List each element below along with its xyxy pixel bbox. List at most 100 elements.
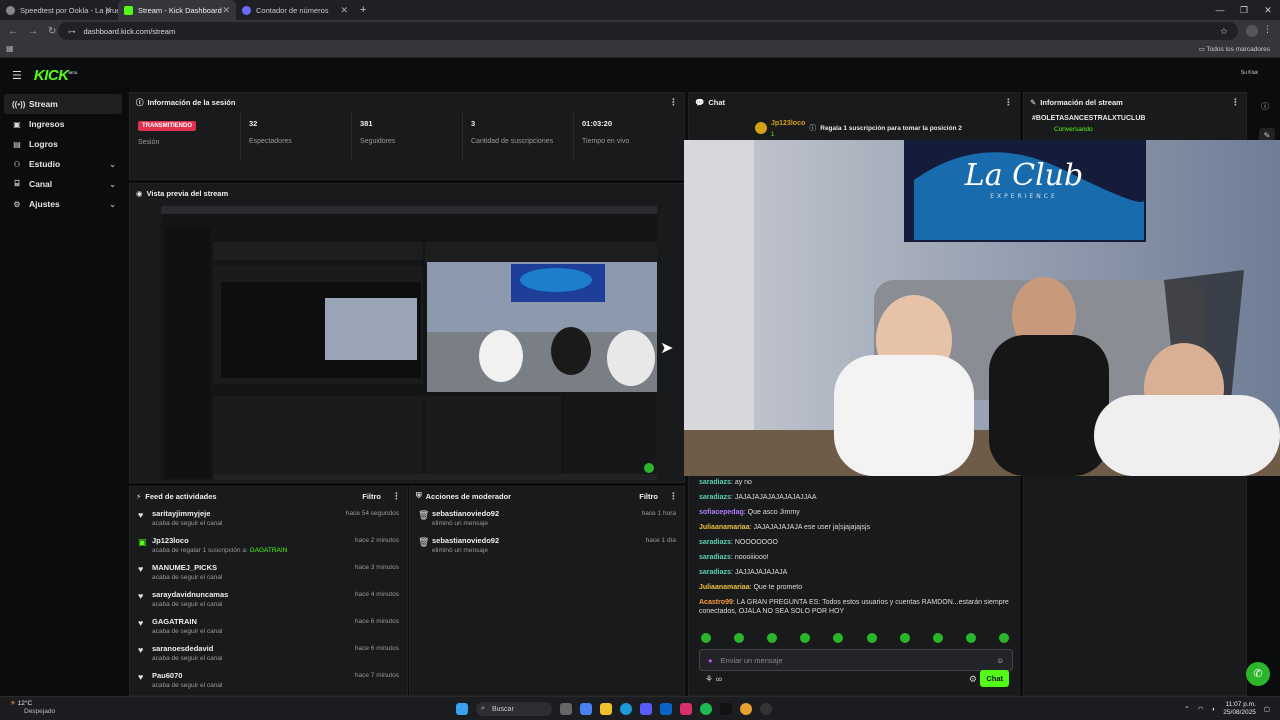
url-field[interactable]: ⊶ dashboard.kick.com/stream ☆: [58, 22, 1238, 40]
chat-settings-icon[interactable]: ⚙: [969, 674, 977, 685]
floating-chat-button[interactable]: ✆: [1246, 662, 1270, 686]
taskbar-apps: ⌕ Buscar: [456, 702, 772, 716]
close-tab-icon[interactable]: ✕: [222, 5, 230, 16]
chat-username[interactable]: saradiazs: [699, 539, 731, 546]
sidebar-item-ingresos[interactable]: ▣ Ingresos: [4, 114, 122, 134]
maximize-icon[interactable]: ❐: [1232, 5, 1256, 16]
outlook-icon[interactable]: [660, 703, 672, 715]
bookmark-star-icon[interactable]: ☆: [1220, 26, 1228, 37]
close-tab-icon[interactable]: ✕: [340, 5, 348, 16]
tiktok-icon[interactable]: [720, 703, 732, 715]
sidebar-item-ajustes[interactable]: ⚙ Ajustes ⌄: [4, 194, 122, 214]
sidebar-item-logros[interactable]: ▤ Logros: [4, 134, 122, 154]
chat-username[interactable]: saradiazs: [699, 494, 731, 501]
mod-actions-panel: ⛨ Acciones de moderador Filtro ⋮ 🗑 sebastia…: [409, 486, 685, 696]
minimize-icon[interactable]: —: [1208, 5, 1232, 15]
emote-icon[interactable]: [767, 633, 778, 643]
site-info-icon[interactable]: ⊶: [68, 27, 76, 36]
close-tab-icon[interactable]: ✕: [104, 5, 112, 16]
taskbar-search[interactable]: ⌕ Buscar: [476, 702, 552, 716]
tab-kick-dashboard[interactable]: Stream - Kick Dashboard ✕: [118, 0, 236, 20]
chat-input[interactable]: ● Enviar un mensaje ☺: [699, 649, 1013, 671]
profile-avatar[interactable]: [1246, 25, 1258, 37]
stat-subs: 3 Cantidad de suscripciones: [463, 113, 574, 161]
shield-icon: ⛨: [416, 491, 422, 500]
tray-overflow-icon[interactable]: ⌃: [1184, 705, 1189, 713]
tab-contador[interactable]: Contador de números ✕: [236, 0, 354, 20]
panel-menu-icon[interactable]: ⋮: [669, 97, 678, 108]
chat-message: saradiazs: JAJJAJAJAJAJA: [699, 569, 788, 576]
widgets-icon[interactable]: [560, 703, 572, 715]
stat-followers: 381 Seguidores: [352, 113, 463, 161]
close-window-icon[interactable]: ✕: [1256, 5, 1280, 16]
sidebar-item-stream[interactable]: ((•)) Stream: [4, 94, 122, 114]
stream-preview[interactable]: [161, 206, 657, 480]
spotify-icon[interactable]: [700, 703, 712, 715]
chat-username[interactable]: Acastro99: [699, 599, 733, 606]
new-tab-icon[interactable]: +: [360, 4, 366, 16]
chat-username[interactable]: Juliaanamariaa: [699, 584, 750, 591]
user-badge[interactable]: Su Kluk: [1241, 70, 1258, 76]
volume-icon[interactable]: ◖: [1211, 706, 1215, 713]
tab-speedtest[interactable]: Speedtest por Ookla - La prueb ✕: [0, 0, 118, 20]
panel-menu-icon[interactable]: ⋮: [1004, 97, 1013, 108]
emote-icon[interactable]: [899, 633, 910, 643]
emoji-icon[interactable]: ☺: [996, 656, 1004, 665]
emote-icon[interactable]: [998, 633, 1009, 643]
notifications-icon[interactable]: ▢: [1264, 705, 1270, 713]
emote-icon[interactable]: [800, 633, 811, 643]
speedtest-icon[interactable]: [760, 703, 772, 715]
panel-header: 💬 Chat ⋮: [695, 96, 1013, 108]
app-icon[interactable]: [640, 703, 652, 715]
emote-icon[interactable]: [701, 633, 711, 643]
right-rail-info-icon[interactable]: ⓘ: [1261, 101, 1269, 112]
sidebar-item-estudio[interactable]: ⚇ Estudio ⌄: [4, 154, 122, 174]
back-icon[interactable]: ←: [8, 26, 18, 37]
emote-icon[interactable]: [965, 633, 976, 643]
menu-dots-icon[interactable]: ⋮: [1263, 24, 1272, 35]
edge-icon[interactable]: [620, 703, 632, 715]
hamburger-menu-icon[interactable]: ☰: [12, 69, 22, 82]
reload-icon[interactable]: ↻: [48, 26, 56, 37]
feed-item: ♥ Pau6070 acaba de seguir el canal hace …: [138, 671, 399, 689]
chat-username[interactable]: Juliaanamariaa: [699, 524, 750, 531]
points-icon[interactable]: ⚘ ∞: [705, 674, 722, 685]
panel-menu-icon[interactable]: ⋮: [392, 491, 401, 502]
panel-menu-icon[interactable]: ⋮: [1231, 97, 1240, 108]
emote-icon[interactable]: [734, 633, 745, 643]
panel-menu-icon[interactable]: ⋮: [669, 491, 678, 502]
pencil-icon: ✎: [1030, 97, 1037, 107]
emote-icon[interactable]: [833, 633, 844, 643]
weather-widget[interactable]: ☀ 12°C Despejado: [10, 700, 55, 716]
mic-icon[interactable]: ●: [708, 656, 713, 665]
heart-icon: ♥: [138, 672, 144, 682]
feed-item: ♥ saritayjimmyjeje acaba de seguir el ca…: [138, 509, 399, 527]
instagram-icon[interactable]: [680, 703, 692, 715]
emote-icon[interactable]: [866, 633, 877, 643]
chat-send-button[interactable]: Chat: [980, 670, 1009, 687]
chat-username[interactable]: saradiazs: [699, 479, 731, 486]
kick-logo[interactable]: KICKBETA: [34, 67, 78, 84]
apps-grid-icon[interactable]: ▦: [6, 44, 14, 53]
filter-button[interactable]: Filtro: [362, 492, 381, 501]
webcam-video-overlay[interactable]: La Club EXPERIENCE: [684, 140, 1280, 476]
panel-header: ⛨ Acciones de moderador Filtro ⋮: [416, 490, 678, 502]
windows-start-icon[interactable]: [456, 703, 468, 715]
chevron-down-icon: ⌄: [109, 179, 116, 189]
wifi-icon[interactable]: ◠: [1198, 705, 1204, 713]
filter-button[interactable]: Filtro: [639, 492, 658, 501]
emote-icon[interactable]: [932, 633, 943, 643]
chat-username[interactable]: saradiazs: [699, 569, 731, 576]
file-explorer-icon[interactable]: [600, 703, 612, 715]
copilot-icon[interactable]: [580, 703, 592, 715]
weather-icon: ☀: [10, 700, 16, 707]
forward-icon[interactable]: →: [28, 26, 38, 37]
eye-icon: ◉: [136, 188, 143, 198]
sidebar-item-canal[interactable]: ⌸ Canal ⌄: [4, 174, 122, 194]
mod-action-item: 🗑 sebastianoviedo92 eliminó un mensaje h…: [418, 536, 676, 554]
all-bookmarks[interactable]: ▭ Todos los marcadores: [1199, 45, 1270, 53]
feed-item: ♥ GAGATRAIN acaba de seguir el canal hac…: [138, 617, 399, 635]
chat-username[interactable]: sofiacepedag: [699, 509, 744, 516]
chrome-icon[interactable]: [740, 703, 752, 715]
chat-username[interactable]: saradiazs: [699, 554, 731, 561]
